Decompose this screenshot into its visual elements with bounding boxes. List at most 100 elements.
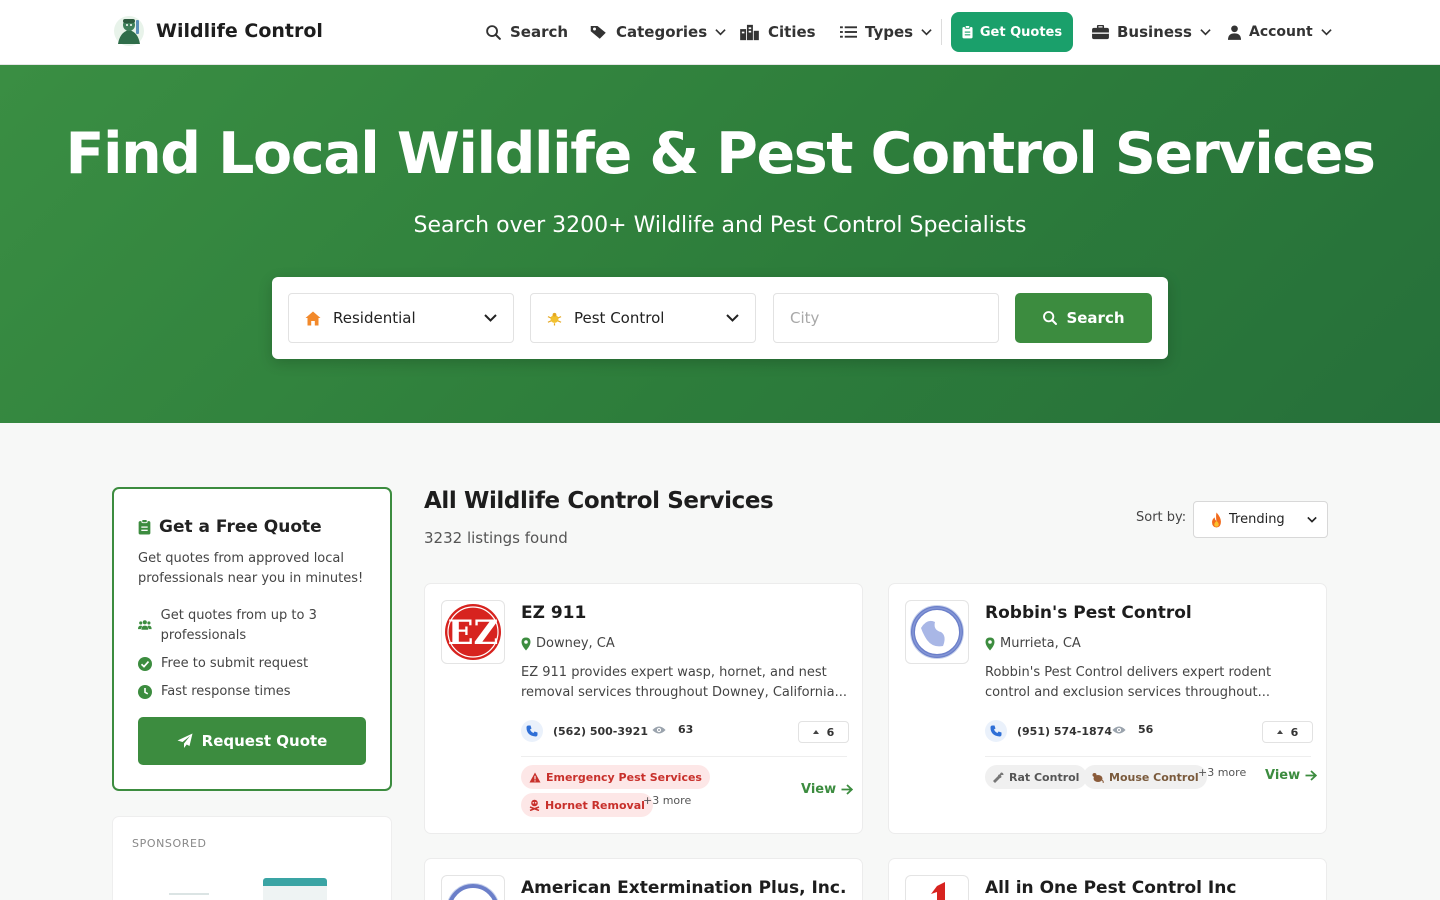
category-tag-text: Emergency Pest Services <box>546 770 702 784</box>
listing-card[interactable]: Robbin's Pest Control Murrieta, CA Robbi… <box>888 583 1327 834</box>
nav-cities-label: Cities <box>768 23 816 41</box>
skull-crossbones-icon <box>529 799 540 811</box>
nav-business[interactable]: Business <box>1092 20 1211 44</box>
more-tags-count[interactable]: +3 more <box>643 794 691 807</box>
brand-name: Wildlife Control <box>156 20 323 42</box>
sponsored-ad-image[interactable] <box>263 878 327 900</box>
nav-cities[interactable]: Cities <box>739 20 816 44</box>
business-phone[interactable]: (562) 500-3921 <box>521 720 648 742</box>
users-icon <box>138 620 152 630</box>
view-listing-link[interactable]: View <box>1265 768 1318 783</box>
view-count-text: 56 <box>1138 723 1154 736</box>
search-icon <box>1043 311 1058 325</box>
feature-item: Get quotes from up to 3 professionals <box>138 606 358 646</box>
sort-select[interactable]: Trending <box>1193 501 1328 538</box>
sort-value: Trending <box>1229 512 1285 527</box>
get-quotes-label: Get Quotes <box>979 24 1063 40</box>
view-count: 56 <box>1112 723 1153 736</box>
business-name[interactable]: Robbin's Pest Control <box>985 603 1192 623</box>
globe-logo-icon <box>910 605 964 659</box>
briefcase-icon <box>1092 24 1109 39</box>
chevron-down-icon <box>921 29 932 36</box>
get-quotes-button[interactable]: Get Quotes <box>951 12 1073 52</box>
hero-subtitle: Search over 3200+ Wildlife and Pest Cont… <box>413 213 1027 238</box>
clipboard-icon <box>138 519 151 535</box>
category-tag[interactable]: Mouse Control <box>1083 765 1207 789</box>
listing-card[interactable]: All in One Pest Control Inc <box>888 858 1327 900</box>
clipboard-icon <box>962 25 973 39</box>
property-type-select[interactable]: Residential <box>288 293 514 343</box>
caret-up-icon <box>812 730 819 734</box>
business-logo <box>905 600 969 664</box>
category-tag[interactable]: Rat Control <box>985 765 1088 789</box>
search-icon <box>486 24 501 40</box>
wrench-icon <box>993 772 1004 783</box>
property-type-value: Residential <box>333 309 416 327</box>
feature-item: Free to submit request <box>138 654 308 674</box>
business-description: Robbin's Pest Control delivers expert ro… <box>985 665 1272 700</box>
nav-types[interactable]: Types <box>840 20 932 44</box>
sort-label: Sort by: <box>1136 510 1187 525</box>
upvote-count: 6 <box>826 725 835 739</box>
mouse-icon <box>1092 772 1104 783</box>
chevron-down-icon <box>1200 29 1211 36</box>
hero-search-button[interactable]: Search <box>1015 293 1152 343</box>
business-name[interactable]: EZ 911 <box>521 603 586 623</box>
nav-categories-label: Categories <box>616 23 708 41</box>
nav-search[interactable]: Search <box>485 20 568 44</box>
phone-icon <box>985 720 1007 742</box>
city-input[interactable] <box>773 293 999 343</box>
category-tag-text: Hornet Removal <box>545 798 645 812</box>
eye-icon <box>1112 726 1126 733</box>
user-icon <box>1228 24 1241 40</box>
ez911-logo-icon: EZ <box>445 604 501 660</box>
svg-text:EZ: EZ <box>448 613 499 653</box>
upvote-count: 6 <box>1290 725 1299 739</box>
upvote-button[interactable]: 6 <box>798 721 849 743</box>
free-quote-description: Get quotes from approved local professio… <box>138 551 364 586</box>
view-listing-label: View <box>1265 768 1301 783</box>
business-phone-text: (562) 500-3921 <box>553 724 648 738</box>
free-quote-title: Get a Free Quote <box>138 517 322 537</box>
category-tag[interactable]: Emergency Pest Services <box>521 765 710 789</box>
business-logo <box>441 875 505 900</box>
listing-card[interactable]: American Extermination Plus, Inc. <box>424 858 863 900</box>
feature-text: Fast response times <box>161 684 291 699</box>
business-description: EZ 911 provides expert wasp, hornet, and… <box>521 665 847 700</box>
chevron-down-icon <box>1307 516 1317 523</box>
check-circle-icon <box>138 657 152 671</box>
category-tag[interactable]: Hornet Removal <box>521 793 653 817</box>
category-tag-text: Rat Control <box>1009 770 1080 784</box>
upvote-button[interactable]: 6 <box>1262 721 1313 743</box>
business-location: Downey, CA <box>521 636 615 651</box>
business-location-text: Murrieta, CA <box>1000 636 1081 651</box>
more-tags-count[interactable]: +3 more <box>1198 766 1246 779</box>
bug-icon <box>547 312 562 326</box>
view-count-text: 63 <box>678 723 694 736</box>
brand-logo[interactable]: Wildlife Control <box>112 14 323 48</box>
nav-account-label: Account <box>1249 24 1313 40</box>
eye-icon <box>652 726 666 733</box>
view-count: 63 <box>652 723 693 736</box>
sponsored-card: SPONSORED <box>112 816 392 900</box>
hero-search-label: Search <box>1066 309 1125 327</box>
category-tag-text: Mouse Control <box>1109 770 1199 784</box>
globe-logo-icon <box>447 883 499 900</box>
service-type-select[interactable]: Pest Control <box>530 293 756 343</box>
business-location: Murrieta, CA <box>985 636 1081 651</box>
feature-item: Fast response times <box>138 682 291 702</box>
nav-categories[interactable]: Categories <box>590 20 726 44</box>
list-icon <box>840 26 857 38</box>
business-phone[interactable]: (951) 574-1874 <box>985 720 1112 742</box>
fire-icon <box>1212 511 1221 528</box>
sponsored-label: SPONSORED <box>132 837 207 850</box>
listing-card[interactable]: EZ EZ 911 Downey, CA EZ 911 provides exp… <box>424 583 863 834</box>
nav-account[interactable]: Account <box>1228 20 1332 44</box>
arrow-right-icon <box>1305 770 1318 781</box>
request-quote-button[interactable]: Request Quote <box>138 717 366 765</box>
view-listing-link[interactable]: View <box>801 782 854 797</box>
business-name[interactable]: All in One Pest Control Inc <box>985 878 1236 898</box>
business-name[interactable]: American Extermination Plus, Inc. <box>521 878 846 898</box>
home-icon <box>305 311 321 325</box>
feature-text: Free to submit request <box>161 656 309 671</box>
